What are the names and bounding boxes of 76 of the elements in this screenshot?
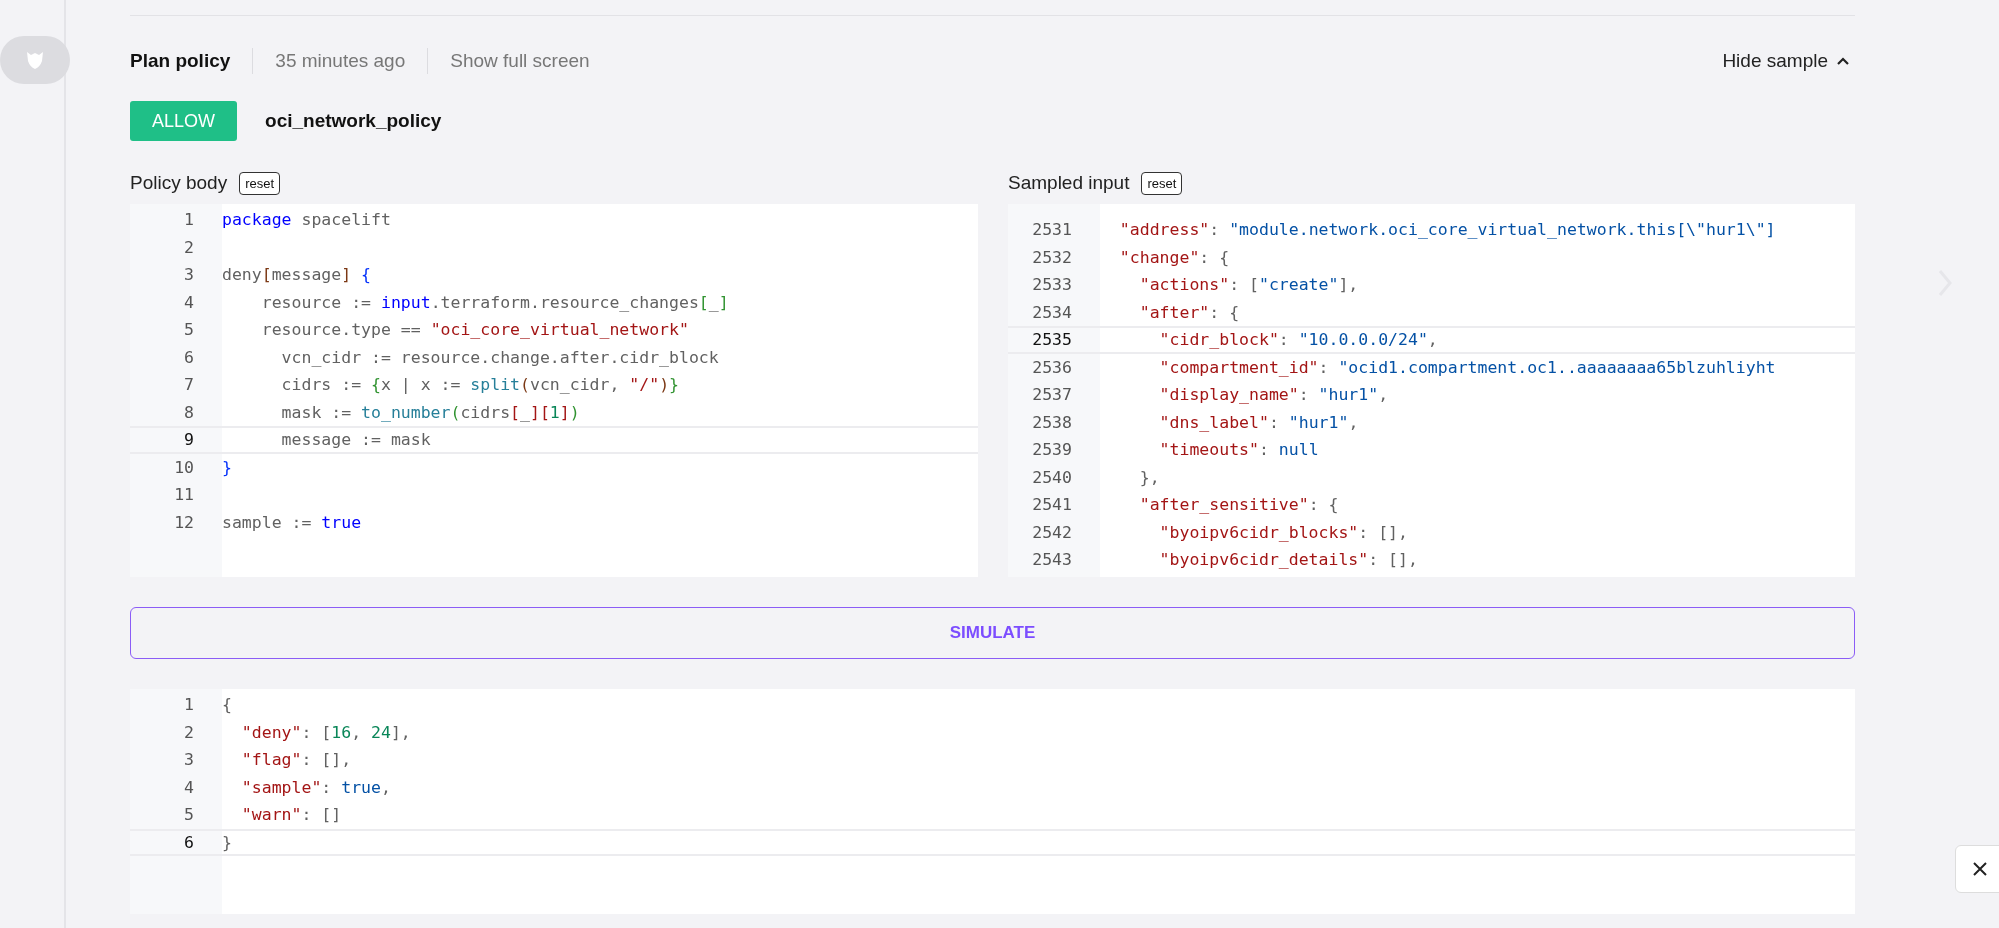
close-button[interactable] [1955,845,1999,893]
code-line: resource := input.terraform.resource_changes[_] [260,292,729,312]
line-number: 2542 [1031,522,1073,542]
line-number: 6 [183,347,195,367]
code-line: resource.type == "oci_core_virtual_network" [260,320,689,340]
code-editor[interactable]: 1 { 2 "deny": [16, 24], 3 "flag": [], 4 "sample": true, 5 "warn": [] 6 } [130,689,1855,914]
line-number: 2538 [1031,412,1073,432]
line-number: 11 [173,485,195,505]
policy-name: oci_network_policy [265,110,442,132]
code-line: "after": { [1138,302,1240,322]
line-number: 2533 [1031,275,1073,295]
reset-button[interactable]: reset [239,171,281,195]
line-number: 3 [183,265,195,285]
code-line: "cidr_block": "10.0.0.0/24", [1158,330,1438,350]
line-number: 7 [183,375,195,395]
panel-label: Sampled input [1008,172,1130,194]
code-line: "change": { [1118,247,1230,267]
timestamp: 35 minutes ago [275,50,406,72]
code-line: "deny": [16, 24], [240,722,411,742]
code-line: mask := to_number(cidrs[_][1]) [280,402,580,422]
code-line: deny[message] { [222,265,372,285]
line-number: 2541 [1031,495,1073,515]
code-line: "warn": [] [240,805,342,825]
code-line: }, [1138,467,1160,487]
line-number: 2531 [1031,220,1073,240]
code-line: "compartment_id": "ocid1.compartment.oc1..aaaaaaaa65blzuhliyht [1158,357,1776,377]
code-line: "byoipv6cidr_details": [], [1158,550,1418,570]
line-number: 4 [183,292,195,312]
panel-label: Policy body [130,172,228,194]
line-number: 2539 [1031,440,1073,460]
line-number: 2 [183,237,195,257]
code-line: "actions": ["create"], [1138,275,1359,295]
line-number: 8 [183,402,195,422]
line-number: 1 [183,210,195,230]
line-number: 5 [183,320,195,340]
close-icon [1972,861,1988,877]
code-line: sample := true [222,512,362,532]
code-line: "byoipv6cidr_blocks": [], [1158,522,1408,542]
shield-icon [24,49,46,71]
line-number: 2536 [1031,357,1073,377]
code-line: "address": "module.network.oci_core_virtual_network.this[\"hur1\"] [1118,220,1776,240]
code-line: "sample": true, [240,777,391,797]
code-line: message := mask [280,430,431,450]
line-number: 2532 [1031,247,1073,267]
code-line: vcn_cidr := resource.change.after.cidr_block [280,347,719,367]
code-line: "dns_label": "hur1", [1158,412,1359,432]
line-number: 2534 [1031,302,1073,322]
line-number: 12 [173,512,195,532]
policy-type-title: Plan policy [130,50,231,72]
line-number: 2540 [1031,467,1073,487]
line-number: 2537 [1031,385,1073,405]
line-number: 9 [183,430,195,450]
line-number: 2543 [1031,550,1073,570]
code-line: } [222,832,232,852]
line-number: 3 [183,750,195,770]
code-line: "display_name": "hur1", [1158,385,1389,405]
chevron-up-icon [1836,56,1850,66]
line-number: 1 [183,695,195,715]
line-number: 2535 [1031,330,1073,350]
line-number: 5 [183,805,195,825]
hide-sample-button[interactable]: Hide sample [1722,50,1850,72]
line-number: 6 [183,832,195,852]
code-line: "after_sensitive": { [1138,495,1339,515]
line-number: 10 [173,457,195,477]
code-line: package spacelift [222,210,391,230]
line-number: 4 [183,777,195,797]
code-line: } [222,457,232,477]
show-full-screen-link[interactable]: Show full screen [450,50,590,72]
code-line: { [222,695,232,715]
code-line: "timeouts": null [1158,440,1319,460]
allow-badge: ALLOW [130,101,238,141]
code-line: "flag": [], [240,750,352,770]
line-number: 2 [183,722,195,742]
reset-button[interactable]: reset [1141,171,1183,195]
simulate-button[interactable]: SIMULATE [130,607,1855,659]
code-line: cidrs := {x | x := split(vcn_cidr, "/")} [280,375,679,395]
